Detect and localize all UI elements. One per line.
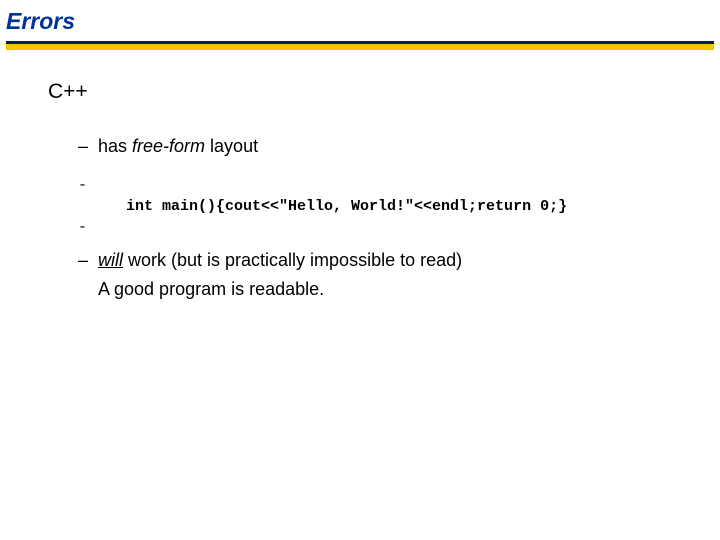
- code-empty-row: -: [78, 219, 720, 236]
- slide-title: Errors: [6, 8, 714, 35]
- spacer: [78, 240, 720, 248]
- code-snippet: int main(){cout<<"Hello, World!"<<endl;r…: [98, 198, 567, 215]
- bullet-dash: –: [78, 136, 98, 157]
- title-underline: [6, 41, 714, 50]
- italic-text: free-form: [132, 136, 205, 156]
- slide: Errors C++ – has free-form layout - int …: [0, 0, 720, 540]
- text-span: layout: [205, 136, 258, 156]
- code-row: int main(){cout<<"Hello, World!"<<endl;r…: [78, 198, 720, 215]
- bullet-item: – will work (but is practically impossib…: [78, 248, 720, 273]
- bullet-list: – has free-form layout - int main(){cout…: [48, 134, 720, 300]
- sub-bullet-text: A good program is readable.: [78, 279, 720, 300]
- spacer: [78, 165, 720, 173]
- bullet-item: – has free-form layout: [78, 134, 720, 159]
- title-area: Errors: [0, 0, 720, 50]
- code-empty-row: -: [78, 177, 720, 194]
- underline-text: will: [98, 250, 123, 270]
- code-dash: -: [78, 177, 98, 194]
- section-heading: C++: [48, 80, 720, 104]
- bullet-text: has free-form layout: [98, 134, 258, 159]
- text-span: has: [98, 136, 132, 156]
- content-area: C++ – has free-form layout - int main(){…: [0, 50, 720, 300]
- code-dash: -: [78, 219, 98, 236]
- text-span: work (but is practically impossible to r…: [123, 250, 462, 270]
- bullet-text: will work (but is practically impossible…: [98, 248, 462, 273]
- bullet-dash: –: [78, 250, 98, 271]
